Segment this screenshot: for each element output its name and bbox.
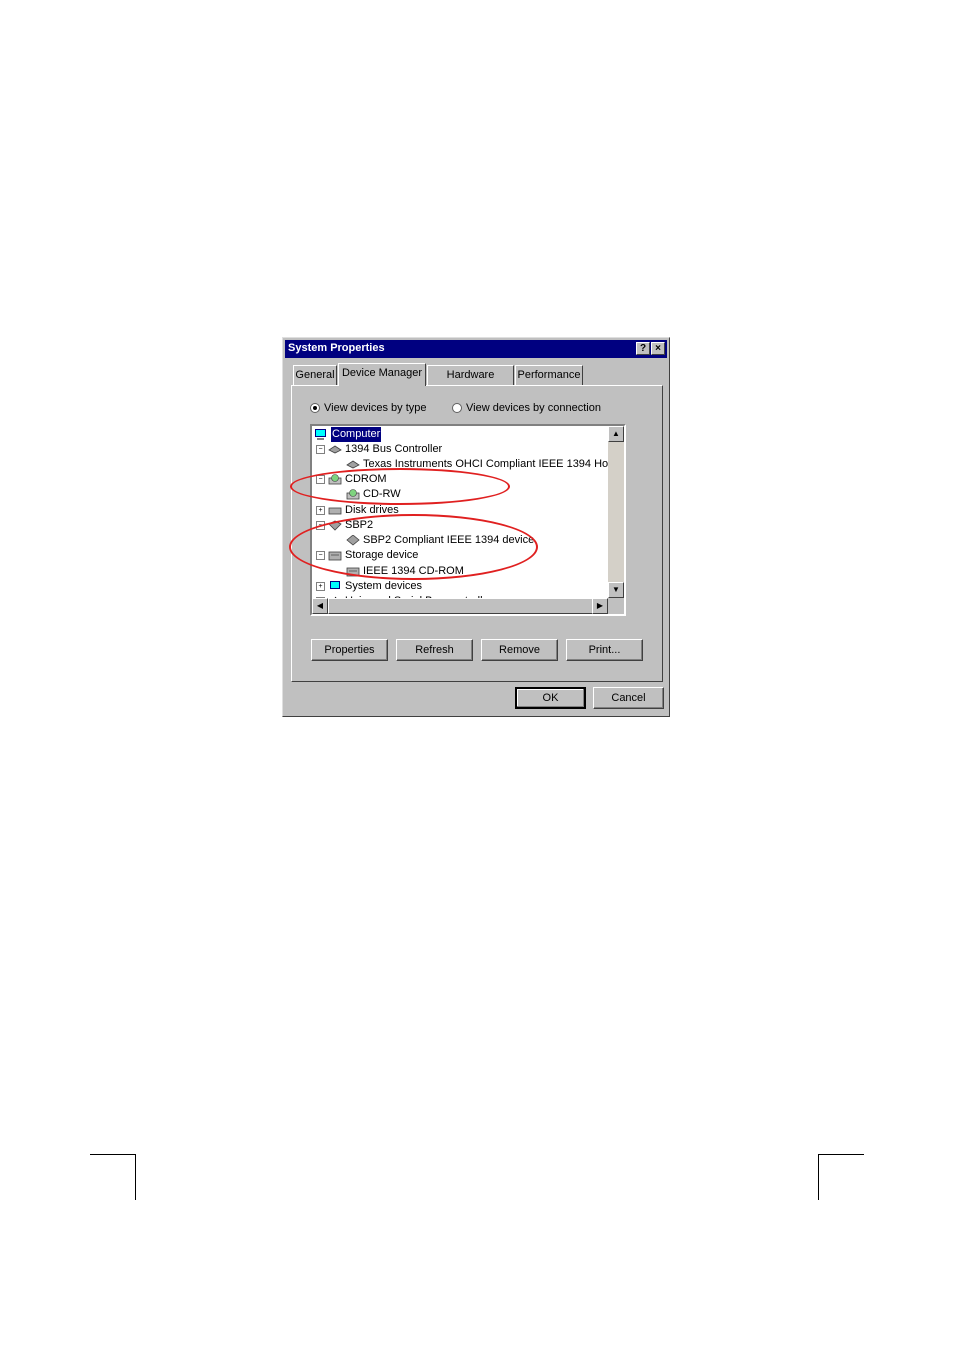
annotation-ellipse-cdrom: [290, 468, 510, 505]
radio-by-connection-label: View devices by connection: [466, 402, 601, 414]
crop-mark-right-h: [818, 1154, 864, 1155]
scroll-thumb[interactable]: [328, 598, 598, 614]
ok-button[interactable]: OK: [515, 687, 586, 709]
expand-icon[interactable]: +: [316, 506, 325, 515]
scroll-down-button[interactable]: ▼: [608, 582, 624, 598]
tab-hardware-profiles[interactable]: Hardware Profiles: [427, 365, 514, 399]
tab-performance[interactable]: Performance: [515, 365, 583, 385]
radio-by-type-button[interactable]: [310, 403, 320, 413]
system-devices-icon: [328, 581, 342, 592]
crop-mark-left-v: [135, 1154, 136, 1200]
crop-mark-right-v: [818, 1154, 819, 1200]
computer-icon: [314, 429, 328, 440]
properties-button[interactable]: Properties: [311, 639, 388, 661]
radio-view-by-type[interactable]: View devices by type: [310, 402, 427, 414]
collapse-icon[interactable]: −: [316, 445, 325, 454]
tree-label: 1394 Bus Controller: [345, 443, 443, 455]
tree-item-computer[interactable]: Computer: [314, 427, 382, 442]
crop-mark-left-h: [90, 1154, 136, 1155]
tree-label: System devices: [345, 580, 423, 592]
vertical-scrollbar[interactable]: ▲ ▼: [608, 426, 624, 598]
bus-controller-icon: [328, 444, 342, 455]
scrollbar-corner: [608, 598, 624, 614]
window-title: System Properties: [288, 342, 385, 354]
annotation-ellipse-sbp2-storage: [289, 514, 538, 580]
tab-general[interactable]: General: [293, 365, 337, 385]
refresh-button[interactable]: Refresh: [396, 639, 473, 661]
radio-view-by-connection[interactable]: View devices by connection: [452, 402, 601, 414]
print-button[interactable]: Print...: [566, 639, 643, 661]
radio-by-connection-button[interactable]: [452, 403, 462, 413]
scroll-up-button[interactable]: ▲: [608, 426, 624, 442]
tree-item-1394-bus-controller[interactable]: − 1394 Bus Controller: [316, 442, 442, 457]
help-button[interactable]: ?: [636, 342, 650, 355]
remove-button[interactable]: Remove: [481, 639, 558, 661]
expand-icon[interactable]: +: [316, 582, 325, 591]
disk-drive-icon: [328, 505, 342, 516]
title-bar[interactable]: System Properties ? ×: [285, 340, 667, 358]
system-properties-dialog: System Properties ? × General Device Man…: [282, 337, 670, 717]
radio-by-type-label: View devices by type: [324, 402, 427, 414]
tree-item-system-devices[interactable]: + System devices: [316, 579, 422, 594]
tree-label: Computer: [331, 427, 382, 442]
scroll-right-button[interactable]: ▶: [592, 598, 608, 614]
scroll-left-button[interactable]: ◀: [312, 598, 328, 614]
tab-device-manager[interactable]: Device Manager: [338, 363, 426, 386]
close-button[interactable]: ×: [651, 342, 665, 355]
cancel-button[interactable]: Cancel: [593, 687, 664, 709]
horizontal-scrollbar[interactable]: ◀ ▶: [312, 598, 608, 614]
